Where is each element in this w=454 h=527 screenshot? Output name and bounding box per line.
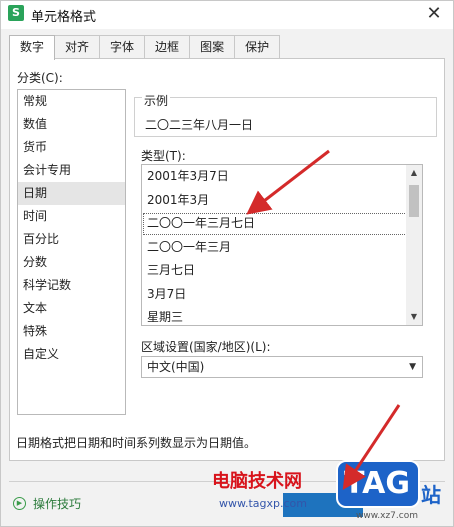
- region-select[interactable]: 中文(中国) ▼: [141, 356, 423, 378]
- category-item-text[interactable]: 文本: [18, 297, 125, 320]
- category-item-custom[interactable]: 自定义: [18, 343, 125, 366]
- format-description: 日期格式把日期和时间系列数显示为日期值。: [16, 436, 257, 450]
- category-item-date[interactable]: 日期: [18, 182, 125, 205]
- category-item-special[interactable]: 特殊: [18, 320, 125, 343]
- sample-label: 示例: [142, 92, 171, 109]
- watermark-url2: www.xz7.com: [356, 511, 418, 521]
- tab-number[interactable]: 数字: [9, 35, 56, 60]
- number-tab-panel: 分类(C): 常规 数值 货币 会计专用 日期 时间 百分比 分数 科学记数 文…: [9, 58, 445, 461]
- type-item[interactable]: 二〇〇一年三月: [142, 236, 422, 260]
- tab-font[interactable]: 字体: [99, 35, 146, 59]
- category-item-accounting[interactable]: 会计专用: [18, 159, 125, 182]
- tab-bar: 数字 对齐 字体 边框 图案 保护: [9, 35, 281, 60]
- category-list[interactable]: 常规 数值 货币 会计专用 日期 时间 百分比 分数 科学记数 文本 特殊 自定…: [17, 89, 126, 415]
- region-value: 中文(中国): [147, 360, 205, 374]
- title-bar: S 单元格格式 ✕: [1, 1, 453, 29]
- dropdown-arrow-icon: ▼: [409, 362, 416, 372]
- category-item-scientific[interactable]: 科学记数: [18, 274, 125, 297]
- wps-spreadsheet-icon: S: [8, 5, 24, 21]
- type-list[interactable]: 2001年3月7日 2001年3月 二〇〇一年三月七日 二〇〇一年三月 三月七日…: [141, 164, 423, 326]
- tab-alignment[interactable]: 对齐: [54, 35, 101, 59]
- type-label: 类型(T):: [141, 149, 186, 163]
- type-item[interactable]: 三月七日: [142, 259, 422, 283]
- close-button[interactable]: ✕: [423, 3, 445, 25]
- scroll-down-arrow-icon[interactable]: ▼: [406, 309, 422, 325]
- type-item[interactable]: 星期三: [142, 306, 422, 325]
- category-item-number[interactable]: 数值: [18, 113, 125, 136]
- tab-border[interactable]: 边框: [144, 35, 191, 59]
- sample-box: 二〇二三年八月一日: [134, 97, 437, 137]
- tab-protection[interactable]: 保护: [234, 35, 281, 59]
- tips-link[interactable]: 操作技巧: [33, 495, 81, 512]
- watermark-site-name: 电脑技术网: [212, 471, 302, 492]
- category-item-percentage[interactable]: 百分比: [18, 228, 125, 251]
- category-label: 分类(C):: [17, 71, 63, 85]
- category-item-fraction[interactable]: 分数: [18, 251, 125, 274]
- category-item-currency[interactable]: 货币: [18, 136, 125, 159]
- sample-value: 二〇二三年八月一日: [145, 118, 254, 132]
- watermark-zhan: 站: [421, 483, 441, 507]
- type-item-selected[interactable]: 二〇〇一年三月七日: [142, 212, 422, 236]
- scroll-thumb[interactable]: [409, 185, 419, 217]
- category-item-general[interactable]: 常规: [18, 90, 125, 113]
- region-label: 区域设置(国家/地区)(L):: [141, 340, 271, 354]
- format-cells-dialog: S 单元格格式 ✕ 数字 对齐 字体 边框 图案 保护 分类(C): 常规 数值…: [0, 0, 454, 527]
- scroll-up-arrow-icon[interactable]: ▲: [406, 165, 422, 181]
- type-item[interactable]: 3月7日: [142, 283, 422, 307]
- tab-pattern[interactable]: 图案: [189, 35, 236, 59]
- type-item[interactable]: 2001年3月: [142, 189, 422, 213]
- dialog-title: 单元格格式: [31, 10, 97, 25]
- play-circle-icon[interactable]: ▶: [13, 497, 26, 510]
- watermark-tag-logo: TAG: [336, 460, 420, 508]
- watermark-tag-text: TAG: [344, 466, 410, 501]
- type-list-scrollbar[interactable]: ▲ ▼: [406, 164, 423, 326]
- category-item-time[interactable]: 时间: [18, 205, 125, 228]
- watermark-url: www.tagxp.com: [219, 497, 307, 510]
- type-item[interactable]: 2001年3月7日: [142, 165, 422, 189]
